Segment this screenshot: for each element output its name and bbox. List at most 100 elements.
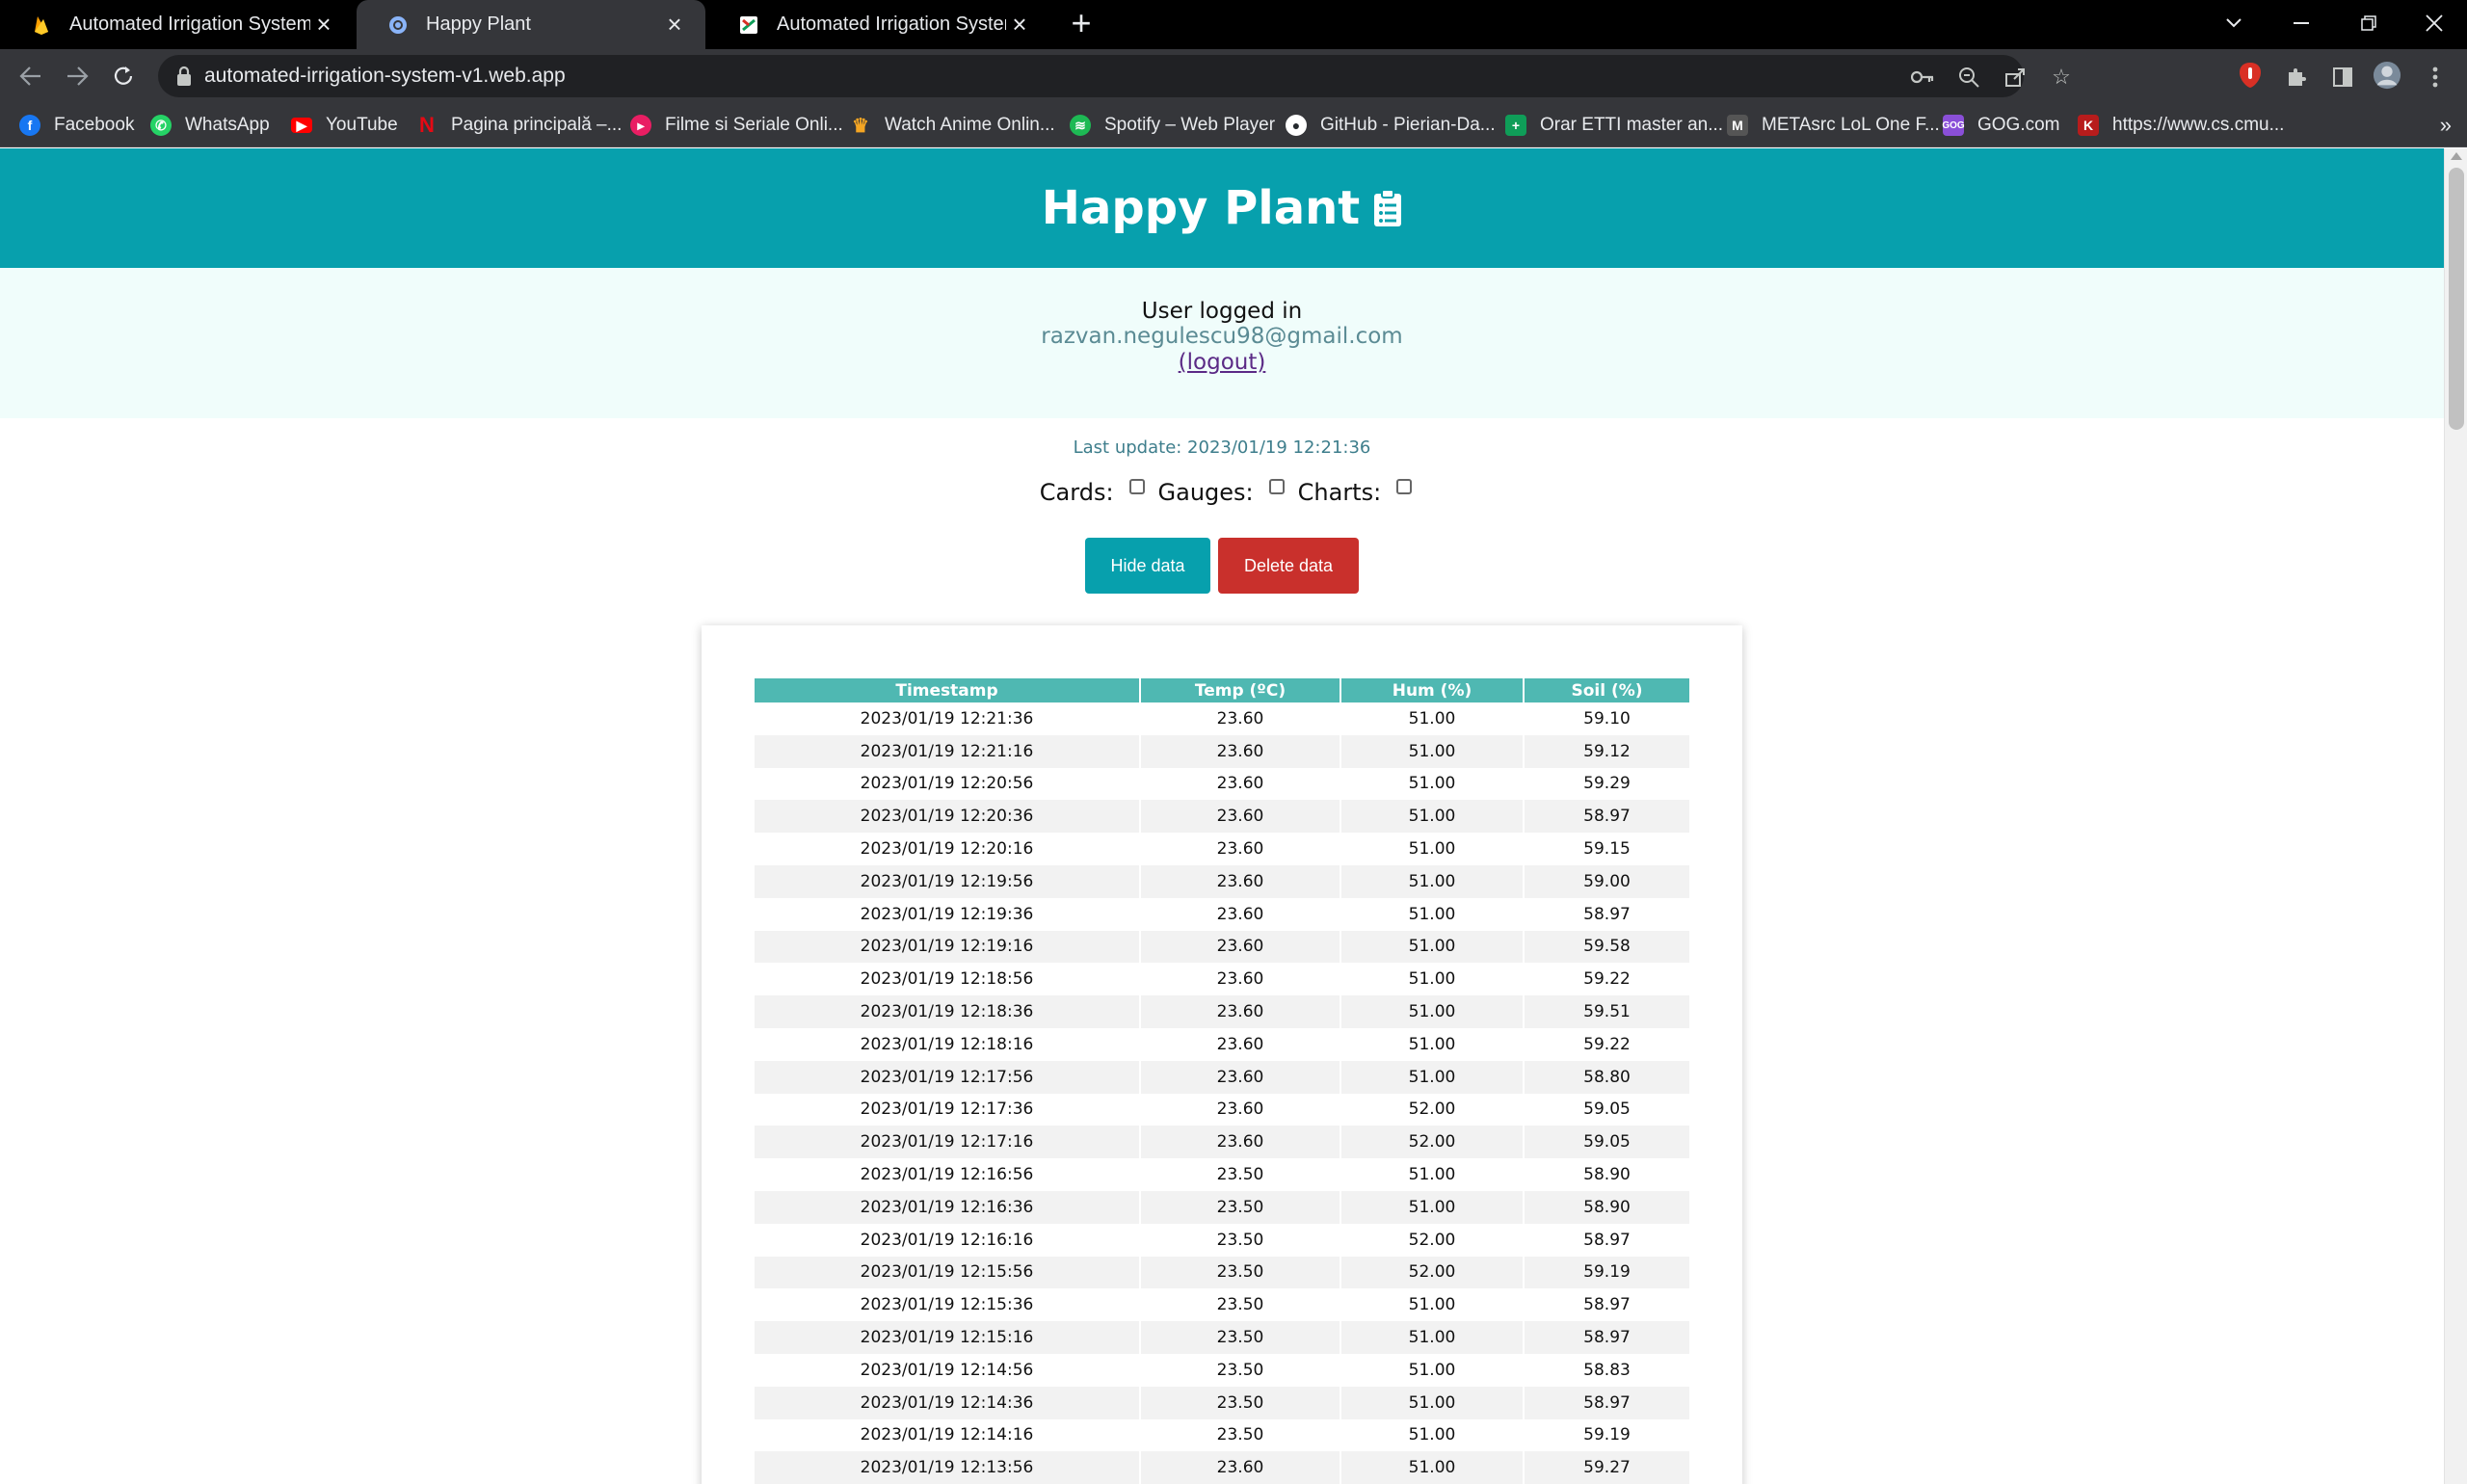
cell-timestamp: 2023/01/19 12:21:16: [755, 734, 1141, 768]
bookmark-label: GOG.com: [1977, 115, 2060, 135]
cell-temp: 23.50: [1140, 1256, 1341, 1289]
sheets-icon: [738, 14, 759, 36]
cell-hum: 51.00: [1340, 1158, 1525, 1191]
page-scrollbar[interactable]: [2444, 148, 2467, 1484]
crown-icon: ♛: [852, 115, 869, 137]
reload-icon[interactable]: [104, 57, 143, 95]
bookmarks-overflow-icon[interactable]: »: [2440, 113, 2452, 138]
bookmarks-bar: f Facebook ✆ WhatsApp ▶ YouTube N Pagina…: [0, 103, 2467, 147]
bookmark-orar-etti[interactable]: + Orar ETTI master an...: [1505, 113, 1723, 138]
gauges-checkbox[interactable]: [1268, 479, 1285, 494]
cell-soil: 59.22: [1583, 1034, 1631, 1054]
close-window-icon[interactable]: [2405, 0, 2463, 46]
readings-card: Timestamp Temp (ºC) Hum (%) Soil (%) 202…: [702, 625, 1742, 1484]
zoom-icon[interactable]: [1956, 65, 1981, 90]
cell-hum: 51.00: [1340, 897, 1525, 931]
cell-soil: 59.00: [1524, 864, 1689, 898]
close-tab-icon[interactable]: ×: [310, 10, 337, 39]
cell-hum: 51.00: [1340, 800, 1525, 834]
tab-happy-plant[interactable]: Happy Plant ×: [357, 0, 705, 49]
extension-red-icon[interactable]: [2236, 61, 2265, 90]
cell-timestamp: 2023/01/19 12:18:16: [755, 1027, 1141, 1061]
user-logged-in-label: User logged in: [1141, 299, 1303, 324]
gog-icon: GOG: [1942, 115, 1965, 136]
cell-soil: 59.05: [1583, 1100, 1631, 1120]
cell-soil: 58.80: [1524, 1060, 1689, 1094]
cell-hum: 51.00: [1340, 767, 1525, 801]
sheets-plus-icon: +: [1505, 115, 1526, 136]
cell-soil: 59.27: [1524, 1451, 1689, 1484]
cell-hum: 51.00: [1340, 1418, 1525, 1452]
bookmark-youtube[interactable]: ▶ YouTube: [291, 113, 398, 138]
table-row: 2023/01/19 12:16:16 23.50 52.00 58.97: [755, 1223, 1689, 1257]
netflix-icon: N: [419, 113, 435, 137]
cell-temp: 23.60: [1140, 800, 1341, 834]
cards-checkbox[interactable]: [1128, 479, 1145, 494]
bookmark-metasrc[interactable]: M METAsrc LoL One F...: [1727, 113, 1940, 138]
table-row: 2023/01/19 12:17:56 23.60 51.00 58.80: [755, 1060, 1689, 1094]
forward-icon[interactable]: [58, 57, 96, 95]
cell-temp: 23.60: [1140, 1126, 1341, 1159]
table-row: 2023/01/19 12:15:16 23.50 51.00 58.97: [755, 1321, 1689, 1354]
bookmark-github[interactable]: ● GitHub - Pierian-Da...: [1286, 113, 1496, 138]
restore-icon[interactable]: [2340, 0, 2398, 46]
last-update-text: Last update: 2023/01/19 12:21:36: [1073, 437, 1371, 458]
table-row: 2023/01/19 12:19:56 23.60 51.00 59.00: [755, 864, 1689, 898]
cell-hum: 51.00: [1340, 1451, 1525, 1484]
cell-temp: 23.60: [1140, 1451, 1341, 1484]
extensions-puzzle-icon[interactable]: [2282, 63, 2311, 92]
cell-temp: 23.50: [1140, 1386, 1341, 1419]
hide-data-button[interactable]: Hide data: [1085, 538, 1210, 594]
bookmark-gog[interactable]: GOG GOG.com: [1942, 113, 2060, 138]
cell-temp: 23.50: [1140, 1158, 1341, 1191]
bookmark-netflix[interactable]: N Pagina principală –...: [416, 113, 622, 138]
logout-link[interactable]: (logout): [0, 350, 2444, 375]
menu-kebab-icon[interactable]: [2421, 63, 2450, 92]
scroll-up-icon[interactable]: [2451, 152, 2462, 160]
cell-soil: 58.97: [1583, 904, 1631, 924]
close-tab-icon[interactable]: ×: [1006, 10, 1033, 39]
bookmark-label: Watch Anime Onlin...: [885, 115, 1055, 135]
cell-timestamp: 2023/01/19 12:16:36: [755, 1190, 1141, 1224]
cell-timestamp: 2023/01/19 12:15:36: [755, 1288, 1141, 1322]
bookmark-watch-anime[interactable]: ♛ Watch Anime Onlin...: [850, 113, 1055, 138]
cell-temp: 23.60: [1140, 930, 1341, 964]
bookmark-whatsapp[interactable]: ✆ WhatsApp: [150, 113, 270, 138]
bookmark-star-icon[interactable]: ☆: [2049, 65, 2074, 90]
cell-soil: 59.15: [1583, 839, 1631, 860]
back-icon[interactable]: [12, 57, 50, 95]
user-email: razvan.negulescu98@gmail.com: [1041, 324, 1403, 349]
cell-soil: 58.90: [1583, 1165, 1631, 1185]
bookmark-label: GitHub - Pierian-Da...: [1320, 115, 1496, 135]
minimize-icon[interactable]: [2272, 0, 2330, 46]
column-header-temp: Temp (ºC): [1140, 678, 1341, 702]
app-title: Happy Plant: [1041, 181, 1361, 235]
address-bar[interactable]: automated-irrigation-system-v1.web.app ☆: [158, 55, 2071, 97]
bookmark-spotify[interactable]: ≋ Spotify – Web Player: [1070, 113, 1275, 138]
new-tab-button[interactable]: +: [1064, 6, 1099, 41]
cell-hum: 51.00: [1340, 1190, 1525, 1224]
side-panel-icon[interactable]: [2328, 63, 2357, 92]
bookmark-filme-seriale[interactable]: ▸ Filme si Seriale Onli...: [630, 113, 843, 138]
bookmark-cs-cmu[interactable]: K https://www.cs.cmu...: [2078, 113, 2284, 138]
close-tab-icon[interactable]: ×: [661, 10, 688, 39]
bookmark-facebook[interactable]: f Facebook: [19, 113, 134, 138]
table-row: 2023/01/19 12:14:16 23.50 51.00 59.19: [755, 1418, 1689, 1452]
profile-avatar[interactable]: [2373, 61, 2401, 90]
tab-search-icon[interactable]: [2205, 0, 2263, 46]
cell-hum: 52.00: [1340, 1223, 1525, 1257]
table-row: 2023/01/19 12:17:36 23.60 52.00 59.05: [755, 1093, 1689, 1126]
cell-soil: 59.05: [1524, 1126, 1689, 1159]
tab-automated-irrigation-csv[interactable]: Automated Irrigation System [CS ×: [707, 0, 1050, 49]
lock-icon[interactable]: [175, 66, 195, 87]
scrollbar-thumb[interactable]: [2449, 168, 2464, 430]
key-icon[interactable]: [1910, 65, 1935, 90]
charts-checkbox[interactable]: [1396, 479, 1413, 494]
delete-data-button[interactable]: Delete data: [1218, 538, 1359, 594]
cell-timestamp: 2023/01/19 12:17:16: [755, 1126, 1141, 1159]
tab-automated-irrigation-v1[interactable]: Automated Irrigation System V1 ×: [0, 0, 355, 49]
cell-hum: 51.00: [1340, 864, 1525, 898]
action-buttons: Hide data Delete data: [0, 538, 2444, 594]
share-icon[interactable]: [2003, 65, 2028, 90]
spotify-icon: ≋: [1070, 115, 1091, 136]
